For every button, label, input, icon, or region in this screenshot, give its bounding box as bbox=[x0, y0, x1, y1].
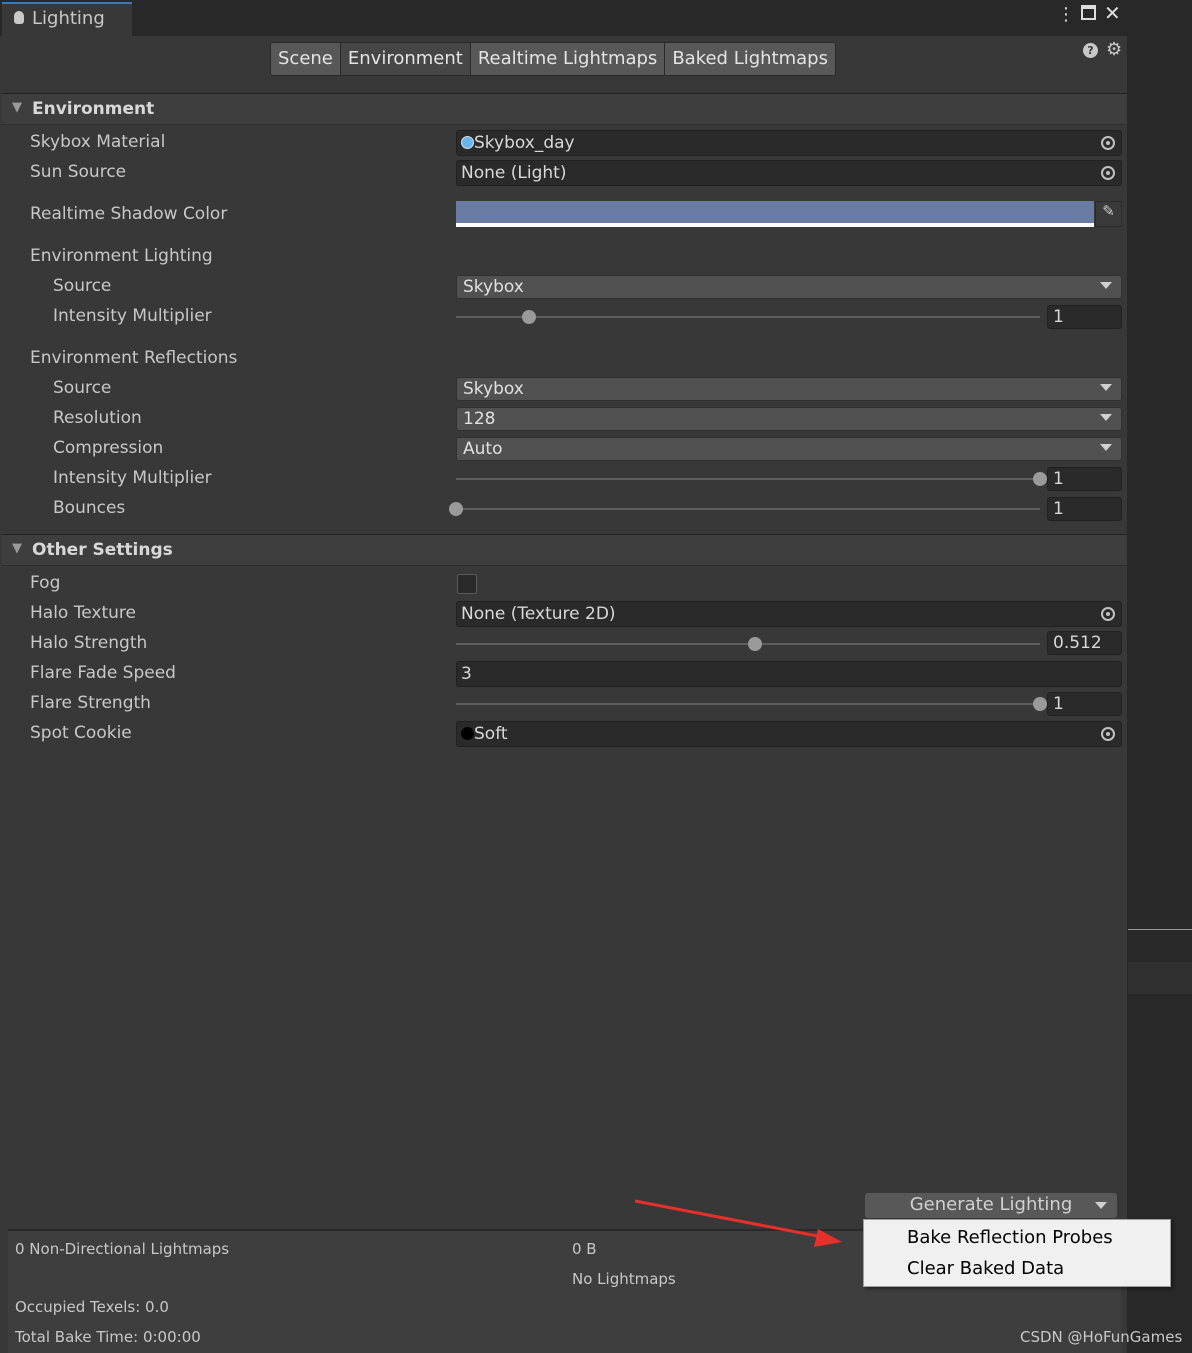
menu-item-clear-baked-data[interactable]: Clear Baked Data bbox=[907, 1258, 1064, 1279]
watermark: CSDN @HoFunGames bbox=[1020, 1328, 1183, 1346]
menu-item-bake-reflection-probes[interactable]: Bake Reflection Probes bbox=[907, 1227, 1113, 1248]
arrow-head bbox=[814, 1229, 842, 1247]
annotation-arrow bbox=[634, 1199, 842, 1247]
generate-dropdown-menu: Bake Reflection Probes Clear Baked Data bbox=[863, 1219, 1171, 1287]
arrow-line bbox=[634, 1199, 829, 1240]
